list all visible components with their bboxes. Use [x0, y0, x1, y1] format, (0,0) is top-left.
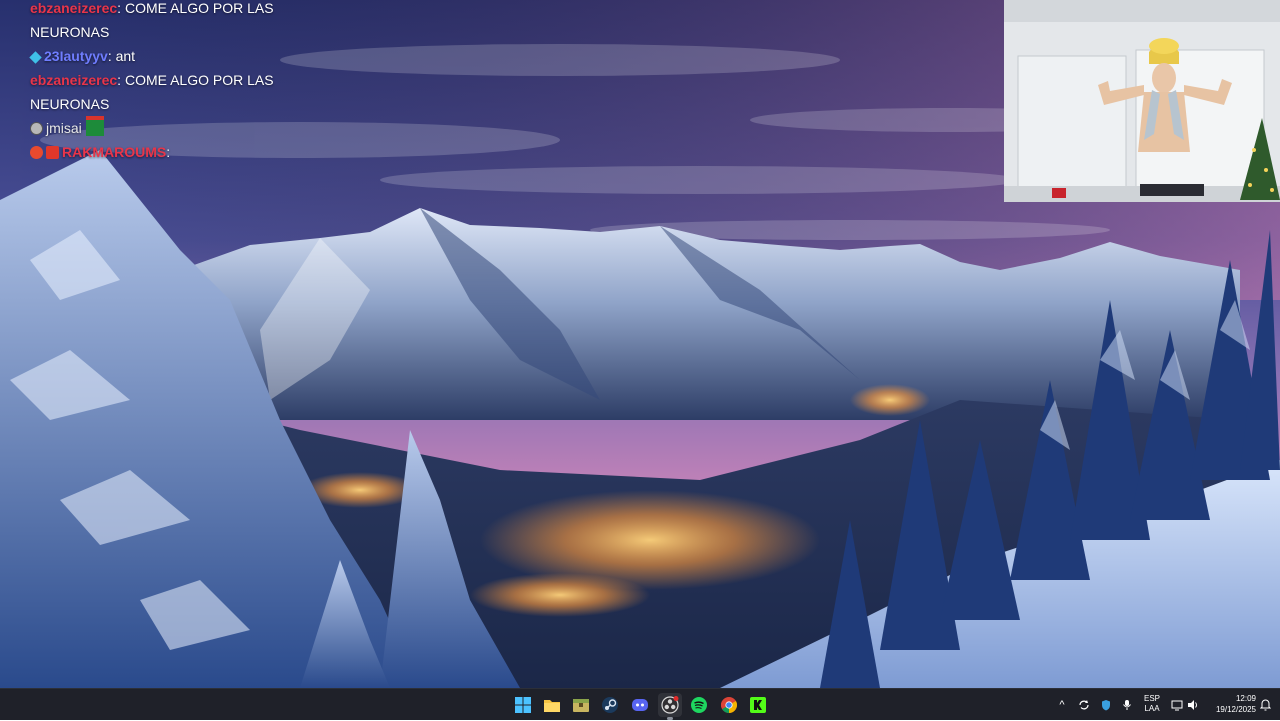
chat-message: 23Iautyyv: ant — [29, 44, 290, 68]
windows-logo-icon — [515, 697, 531, 713]
archive-app-button[interactable] — [569, 693, 593, 717]
chevron-up-icon: ^ — [1059, 699, 1065, 711]
network-tray-button[interactable] — [1170, 689, 1184, 721]
keyboard-layout-code: LAA — [1144, 704, 1160, 713]
language-code: ESP — [1143, 694, 1160, 703]
chat-username: RAKMAROUMS — [62, 144, 167, 160]
start-button[interactable] — [511, 693, 535, 717]
diamond-badge-icon — [29, 51, 42, 64]
chat-username: jmisai — [46, 120, 82, 136]
clock-time: 12:09 — [1235, 694, 1256, 703]
steam-button[interactable] — [598, 693, 622, 717]
sync-icon — [1079, 700, 1089, 710]
chrome-icon — [721, 697, 737, 713]
chat-message: RAKMAROUMS: — [30, 140, 290, 164]
kick-button[interactable] — [746, 693, 770, 717]
obs-studio-button[interactable] — [658, 693, 682, 720]
notifications-button[interactable] — [1258, 689, 1272, 721]
webcam-overlay — [1004, 0, 1280, 202]
chat-username: ebzaneizerec — [30, 72, 118, 88]
chat-username: ebzaneizerec — [30, 0, 118, 16]
shield-icon — [1102, 700, 1110, 711]
spotify-button[interactable] — [687, 693, 711, 717]
clock-date: 19/12/2025 — [1215, 705, 1256, 714]
microphone-tray-button[interactable] — [1120, 689, 1134, 721]
sync-tray-button[interactable] — [1076, 689, 1092, 721]
bell-icon — [1259, 699, 1271, 711]
gift-emote-icon — [85, 116, 104, 136]
kick-icon — [750, 697, 766, 713]
chrome-button[interactable] — [717, 693, 741, 717]
star-badge-icon — [46, 146, 59, 159]
webcam-feed-image — [1004, 0, 1280, 202]
security-tray-button[interactable] — [1098, 689, 1114, 721]
chat-message: ebzaneizerec: COME ALGO POR LAS NEURONAS — [30, 72, 274, 112]
input-language-indicator[interactable]: ESP LAA — [1140, 694, 1164, 714]
microphone-icon — [1123, 700, 1131, 710]
discord-button[interactable] — [628, 693, 652, 717]
discord-icon — [632, 699, 648, 711]
archive-icon — [573, 699, 589, 712]
obs-icon — [661, 696, 679, 714]
spotify-icon — [691, 697, 707, 713]
circle-badge-icon — [30, 122, 43, 135]
steam-icon — [602, 697, 618, 713]
windows-taskbar: ^ ESP LAA 12:09 19/12/2025 — [0, 688, 1280, 720]
folder-icon — [544, 700, 560, 712]
chat-text: ant — [115, 48, 136, 64]
show-hidden-icons-button[interactable]: ^ — [1055, 689, 1069, 721]
chat-message: ebzaneizerec: COME ALGO POR LAS NEURONAS — [30, 0, 274, 40]
chat-message: jmisai — [30, 116, 290, 140]
red-badge-icon — [30, 146, 43, 159]
file-explorer-button[interactable] — [540, 693, 564, 717]
system-clock[interactable]: 12:09 19/12/2025 — [1196, 693, 1256, 715]
chat-username: 23Iautyyv — [44, 48, 108, 64]
monitor-network-icon — [1171, 700, 1183, 711]
stream-chat-overlay: ebzaneizerec: COME ALGO POR LAS NEURONAS… — [29, 0, 290, 164]
